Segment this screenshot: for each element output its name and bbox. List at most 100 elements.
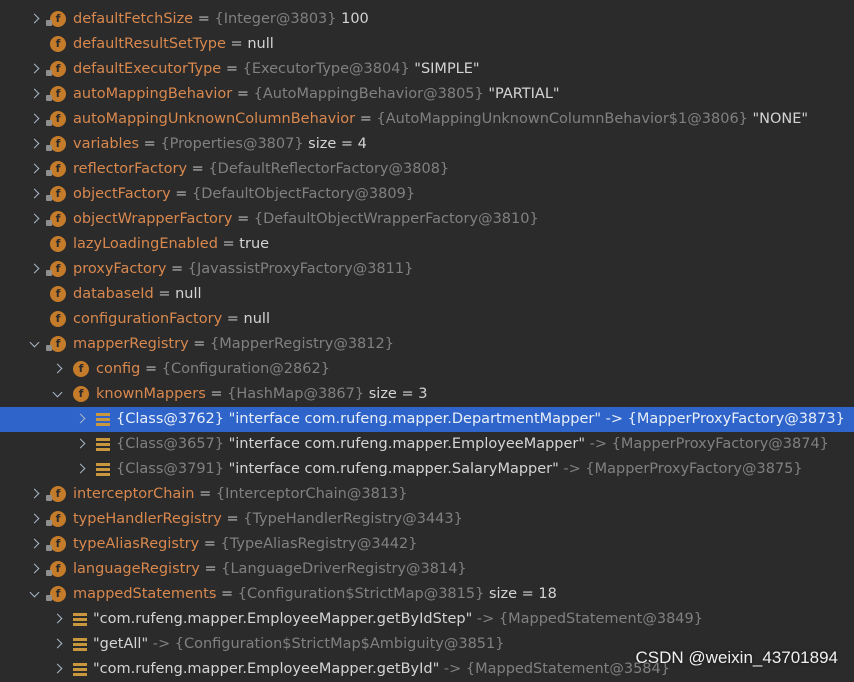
field-icon: f — [46, 186, 66, 202]
variable-text: {Class@3762} "interface com.rufeng.mappe… — [116, 407, 845, 432]
variable-name: defaultFetchSize — [73, 11, 194, 27]
collapse-arrow-icon[interactable] — [74, 457, 88, 482]
collapse-arrow-icon[interactable] — [28, 107, 42, 132]
variable-row[interactable]: f objectWrapperFactory = {DefaultObjectWr… — [0, 207, 854, 232]
collapse-arrow-icon[interactable] — [28, 132, 42, 157]
variable-text: autoMappingBehavior = {AutoMappingBehavi… — [73, 82, 560, 107]
variable-row[interactable]: f variables = {Properties@3807} size = 4 — [0, 132, 854, 157]
expand-arrow-icon[interactable] — [51, 382, 65, 407]
variable-row[interactable]: f mappedStatements = {Configuration$Stric… — [0, 582, 854, 607]
collapse-arrow-icon[interactable] — [28, 157, 42, 182]
variable-row[interactable]: f reflectorFactory = {DefaultReflectorFac… — [0, 157, 854, 182]
map-entry-row[interactable]: {Class@3657} "interface com.rufeng.mappe… — [0, 432, 854, 457]
variable-row[interactable]: f config = {Configuration@2862} — [0, 357, 854, 382]
variable-row[interactable]: f languageRegistry = {LanguageDriverRegis… — [0, 557, 854, 582]
variable-row[interactable]: f interceptorChain = {InterceptorChain@38… — [0, 482, 854, 507]
variable-text: mapperRegistry = {MapperRegistry@3812} — [73, 332, 394, 357]
variable-value: "NONE" — [747, 111, 809, 127]
variable-text: languageRegistry = {LanguageDriverRegist… — [73, 557, 467, 582]
variable-text: "com.rufeng.mapper.EmployeeMapper.getByI… — [93, 657, 670, 682]
field-icon: f — [46, 511, 66, 527]
variable-row[interactable]: f defaultExecutorType = {ExecutorType@380… — [0, 57, 854, 82]
variable-row[interactable]: f defaultFetchSize = {Integer@3803} 100 — [0, 7, 854, 32]
equals-sign: = — [170, 186, 193, 202]
variable-row[interactable]: f knownMappers = {HashMap@3867} size = 3 — [0, 382, 854, 407]
collapse-arrow-icon[interactable] — [28, 7, 42, 32]
expand-arrow-icon[interactable] — [28, 332, 42, 357]
object-reference: {MapperRegistry@3812} — [210, 336, 394, 352]
equals-sign: = — [221, 511, 244, 527]
list-entry-icon — [73, 613, 87, 626]
collapse-arrow-icon[interactable] — [28, 82, 42, 107]
collapse-arrow-icon[interactable] — [74, 432, 88, 457]
collapse-arrow-icon[interactable] — [28, 532, 42, 557]
variable-row[interactable]: f lazyLoadingEnabled = true — [0, 232, 854, 257]
collapse-arrow-icon[interactable] — [28, 482, 42, 507]
variable-name: autoMappingUnknownColumnBehavior — [73, 111, 356, 127]
collapse-arrow-icon[interactable] — [51, 632, 65, 657]
collapse-arrow-icon[interactable] — [51, 657, 65, 682]
field-icon: f — [50, 311, 66, 327]
variable-value: "interface com.rufeng.mapper.DepartmentM… — [224, 411, 845, 427]
variable-row[interactable]: f mapperRegistry = {MapperRegistry@3812} — [0, 332, 854, 357]
variable-row[interactable]: f typeHandlerRegistry = {TypeHandlerRegis… — [0, 507, 854, 532]
variable-row[interactable]: f autoMappingUnknownColumnBehavior = {Aut… — [0, 107, 854, 132]
collapse-arrow-icon[interactable] — [28, 207, 42, 232]
variable-row[interactable]: f objectFactory = {DefaultObjectFactory@3… — [0, 182, 854, 207]
collapse-arrow-icon[interactable] — [74, 407, 88, 432]
variable-text: "com.rufeng.mapper.EmployeeMapper.getByI… — [93, 607, 703, 632]
object-reference: {DefaultReflectorFactory@3808} — [208, 161, 450, 177]
variable-name: objectWrapperFactory — [73, 211, 233, 227]
object-reference: {Configuration@2862} — [161, 361, 330, 377]
variable-row[interactable]: f defaultResultSetType = null — [0, 32, 854, 57]
variable-value: "SIMPLE" — [409, 61, 480, 77]
variable-name: mappedStatements — [73, 586, 217, 602]
variable-text: configurationFactory = null — [73, 307, 270, 332]
variable-value: size = 3 — [364, 386, 428, 402]
collapse-arrow-icon[interactable] — [51, 357, 65, 382]
equals-sign: = — [216, 586, 238, 602]
variable-row[interactable]: f typeAliasRegistry = {TypeAliasRegistry@… — [0, 532, 854, 557]
field-icon: f — [46, 261, 66, 277]
list-entry-icon — [73, 638, 87, 651]
expand-arrow-icon[interactable] — [28, 582, 42, 607]
variable-row[interactable]: f proxyFactory = {JavassistProxyFactory@3… — [0, 257, 854, 282]
variable-text: proxyFactory = {JavassistProxyFactory@38… — [73, 257, 413, 282]
variable-name: lazyLoadingEnabled — [73, 236, 218, 252]
variable-row[interactable]: f databaseId = null — [0, 282, 854, 307]
map-entry-row[interactable]: "com.rufeng.mapper.EmployeeMapper.getByI… — [0, 607, 854, 632]
collapse-arrow-icon[interactable] — [28, 557, 42, 582]
field-icon: f — [73, 386, 89, 402]
map-entry-row[interactable]: {Class@3762} "interface com.rufeng.mappe… — [0, 407, 854, 432]
object-reference: {Class@3657} — [116, 436, 224, 452]
variable-value: null — [247, 36, 274, 52]
field-icon: f — [46, 336, 66, 352]
equals-sign: = — [199, 561, 222, 577]
variable-value: null — [175, 286, 202, 302]
collapse-arrow-icon[interactable] — [28, 507, 42, 532]
variable-value: "interface com.rufeng.mapper.SalaryMappe… — [224, 461, 559, 477]
variable-name: interceptorChain — [73, 486, 195, 502]
collapse-arrow-icon[interactable] — [28, 182, 42, 207]
variable-name: reflectorFactory — [73, 161, 188, 177]
object-reference: {Properties@3807} — [160, 136, 304, 152]
collapse-arrow-icon[interactable] — [28, 257, 42, 282]
map-entry-row[interactable]: {Class@3791} "interface com.rufeng.mappe… — [0, 457, 854, 482]
collapse-arrow-icon[interactable] — [51, 607, 65, 632]
variable-text: "getAll" -> {Configuration$StrictMap$Amb… — [93, 632, 504, 657]
object-reference: {AutoMappingBehavior@3805} — [253, 86, 484, 102]
field-icon: f — [46, 161, 66, 177]
field-icon: f — [46, 586, 66, 602]
variable-name: databaseId — [73, 286, 154, 302]
variable-text: objectFactory = {DefaultObjectFactory@38… — [73, 182, 415, 207]
equals-sign: = — [166, 261, 188, 277]
object-reference: {DefaultObjectFactory@3809} — [192, 186, 416, 202]
variable-text: typeHandlerRegistry = {TypeHandlerRegist… — [73, 507, 463, 532]
variable-name: configurationFactory — [73, 311, 223, 327]
object-reference: {Configuration$StrictMap@3815} — [237, 586, 485, 602]
variable-name: autoMappingBehavior — [73, 86, 233, 102]
variable-row[interactable]: f autoMappingBehavior = {AutoMappingBehav… — [0, 82, 854, 107]
collapse-arrow-icon[interactable] — [28, 57, 42, 82]
variable-row[interactable]: f configurationFactory = null — [0, 307, 854, 332]
object-reference: {Integer@3803} — [214, 11, 337, 27]
